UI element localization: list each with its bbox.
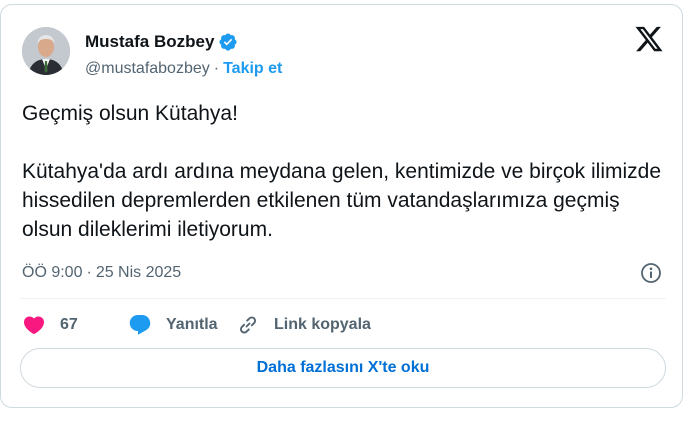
copy-link-label: Link kopyala [274, 316, 371, 333]
read-more-button[interactable]: Daha fazlasını X'te oku [20, 348, 666, 388]
info-icon[interactable] [639, 261, 663, 285]
tweet-text: Geçmiş olsun Kütahya! Kütahya'da ardı ar… [22, 102, 662, 241]
copy-link-button[interactable]: Link kopyala [236, 313, 371, 337]
verified-badge-icon [218, 32, 238, 52]
x-logo-icon[interactable] [634, 24, 664, 54]
action-bar: 67 Yanıtla Link kopyala [22, 310, 371, 340]
tweet-time[interactable]: ÖÖ 9:00 [22, 264, 82, 282]
reply-bubble-icon [128, 313, 152, 337]
timestamp-separator: · [86, 264, 92, 281]
author-name: Mustafa Bozbey [85, 31, 238, 53]
heart-icon [22, 313, 46, 337]
reply-label: Yanıtla [166, 316, 218, 333]
author-name-text[interactable]: Mustafa Bozbey [85, 32, 214, 52]
timestamp[interactable]: ÖÖ 9:00 · 25 Nis 2025 [22, 262, 181, 284]
follow-link[interactable]: Takip et [223, 60, 282, 78]
tweet-card: Mustafa Bozbey @mustafabozbey · Takip et… [0, 4, 683, 408]
author-handle[interactable]: @mustafabozbey [85, 60, 210, 78]
tweet-date[interactable]: 25 Nis 2025 [96, 264, 181, 282]
avatar[interactable] [22, 27, 70, 75]
divider [20, 298, 666, 299]
handle-separator: · [213, 60, 220, 77]
like-count: 67 [60, 316, 78, 333]
handle-row: @mustafabozbey · Takip et [85, 58, 282, 80]
link-icon [236, 313, 260, 337]
reply-button[interactable]: Yanıtla [128, 313, 236, 337]
like-button[interactable]: 67 [22, 313, 128, 337]
